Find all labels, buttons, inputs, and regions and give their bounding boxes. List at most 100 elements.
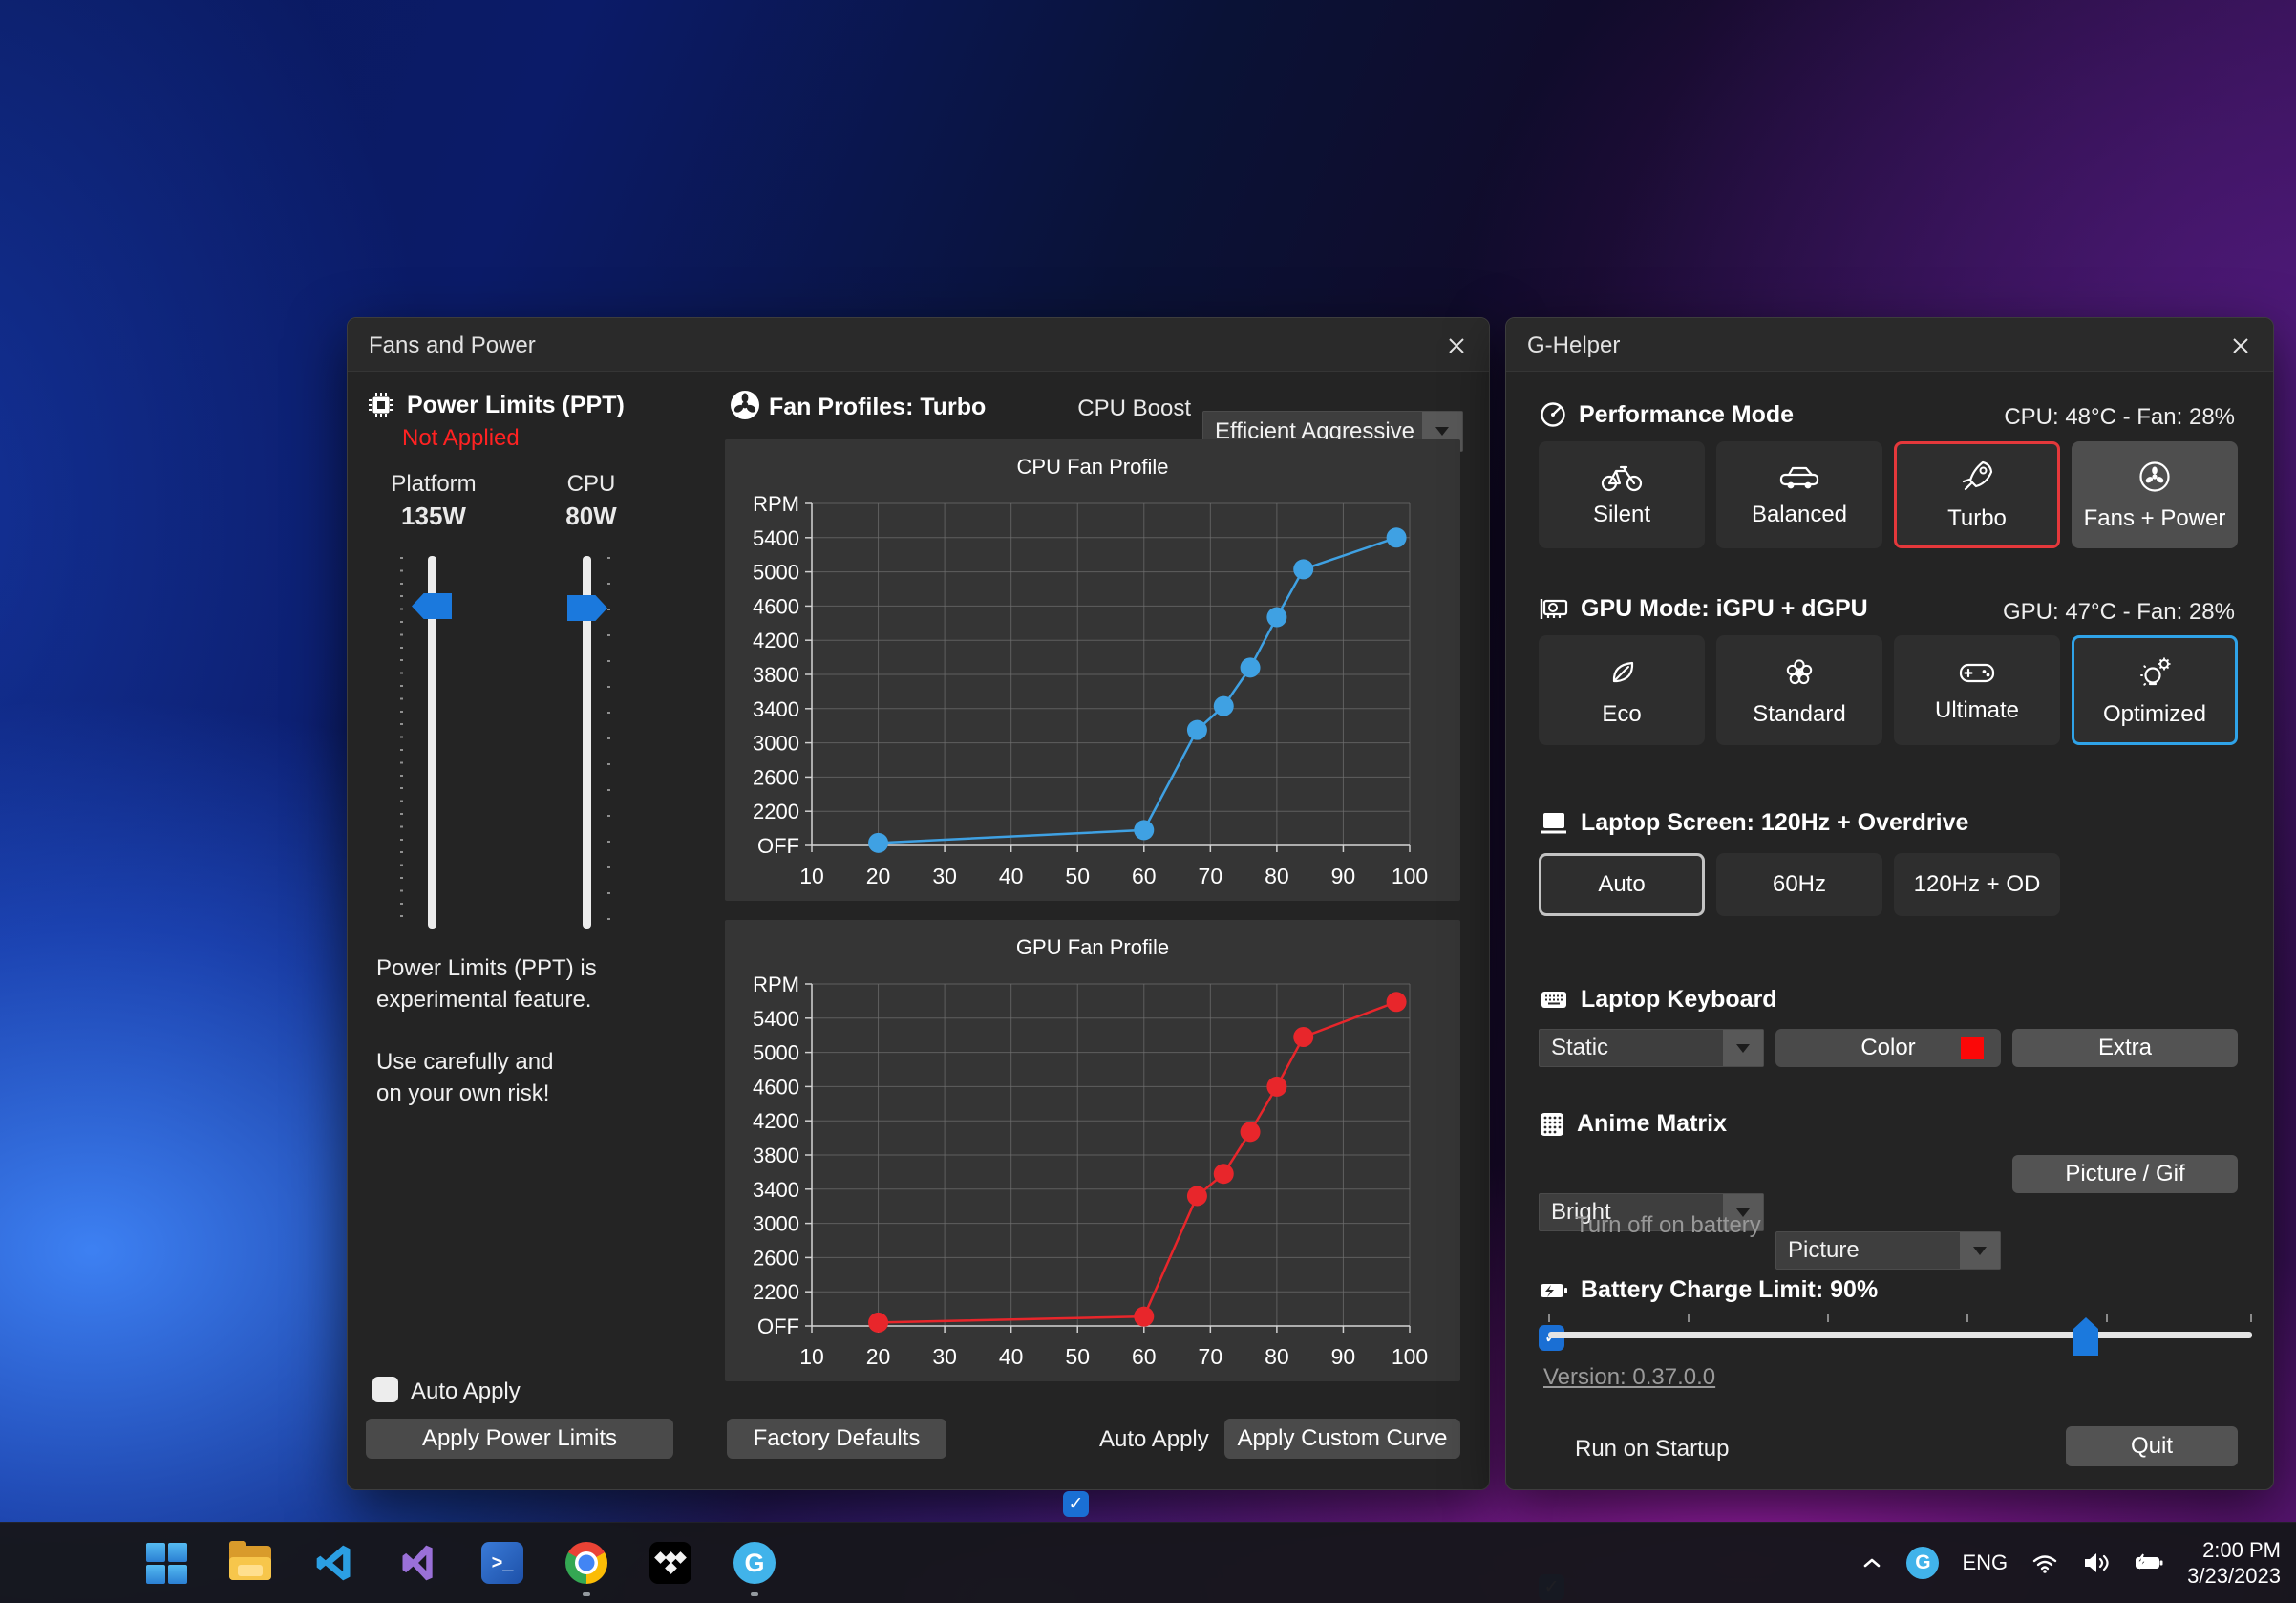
svg-text:30: 30 xyxy=(932,1344,957,1369)
performance-mode-buttons: Silent Balanced xyxy=(1539,441,2238,548)
svg-text:100: 100 xyxy=(1392,864,1428,888)
version-link[interactable]: Version: 0.37.0.0 xyxy=(1543,1364,1715,1391)
gamepad-icon xyxy=(1956,657,1998,688)
vscode-icon xyxy=(313,1542,355,1584)
battery-tray-icon[interactable] xyxy=(2134,1553,2164,1572)
anime-content-select[interactable]: Picture xyxy=(1775,1231,2001,1270)
screen-mode-120hz-od[interactable]: 120Hz + OD xyxy=(1894,853,2060,916)
anime-matrix-header: Anime Matrix xyxy=(1539,1110,1727,1138)
leaf-icon xyxy=(1603,653,1641,692)
laptop-screen-header: Laptop Screen: 120Hz + Overdrive xyxy=(1539,809,1968,837)
platform-value: 135W xyxy=(374,502,493,531)
speaker-icon[interactable] xyxy=(2082,1550,2111,1575)
fan-circle-icon xyxy=(2136,458,2174,496)
svg-text:OFF: OFF xyxy=(757,834,799,858)
battery-slider-tick xyxy=(1688,1314,1690,1322)
gpu-mode-eco[interactable]: Eco xyxy=(1539,635,1705,745)
visual-studio-button[interactable] xyxy=(396,1541,440,1585)
svg-text:50: 50 xyxy=(1065,864,1090,888)
svg-text:3000: 3000 xyxy=(753,732,799,756)
power-limits-header: Power Limits (PPT) xyxy=(367,391,625,419)
keyboard-extra-button[interactable]: Extra xyxy=(2012,1029,2238,1067)
fans-window-titlebar[interactable]: Fans and Power xyxy=(348,318,1489,372)
rocket-icon xyxy=(1958,458,1996,496)
screen-mode-buttons: Auto 60Hz 120Hz + OD xyxy=(1539,853,2060,916)
svg-text:20: 20 xyxy=(866,864,891,888)
svg-text:RPM: RPM xyxy=(753,492,799,516)
apply-power-limits-button[interactable]: Apply Power Limits xyxy=(366,1419,673,1459)
power-auto-apply-checkbox[interactable] xyxy=(372,1377,398,1402)
g-helper-tray-icon[interactable]: G xyxy=(1906,1547,1939,1579)
platform-limit-group: Platform 135W xyxy=(374,471,493,531)
platform-label: Platform xyxy=(374,471,493,498)
svg-text:4200: 4200 xyxy=(753,629,799,652)
powershell-button[interactable]: >_ xyxy=(480,1541,524,1585)
curve-auto-apply-checkbox[interactable] xyxy=(1063,1491,1089,1517)
gpu-mode-header: GPU Mode: iGPU + dGPU xyxy=(1539,595,1868,623)
gpu-mode-optimized[interactable]: Optimized xyxy=(2072,635,2238,745)
car-icon xyxy=(1777,461,1821,492)
perf-mode-balanced[interactable]: Balanced xyxy=(1716,441,1882,548)
factory-defaults-button[interactable]: Factory Defaults xyxy=(727,1419,946,1459)
svg-text:5400: 5400 xyxy=(753,1007,799,1031)
language-indicator[interactable]: ENG xyxy=(1962,1550,2008,1575)
close-icon[interactable] xyxy=(2225,331,2256,361)
cpu-fan-chart[interactable]: 102030405060708090100OFF2200260030003400… xyxy=(725,439,1460,901)
color-swatch[interactable] xyxy=(1961,1037,1984,1059)
keyboard-mode-select[interactable]: Static xyxy=(1539,1029,1764,1067)
ghelper-titlebar[interactable]: G-Helper xyxy=(1506,318,2273,372)
anime-picture-gif-button[interactable]: Picture / Gif xyxy=(2012,1155,2238,1193)
gpu-mode-ultimate[interactable]: Ultimate xyxy=(1894,635,2060,745)
svg-text:2200: 2200 xyxy=(753,1280,799,1304)
cpu-slider-thumb[interactable] xyxy=(567,595,607,621)
platform-slider-thumb[interactable] xyxy=(412,593,452,619)
screen-mode-auto[interactable]: Auto xyxy=(1539,853,1705,916)
svg-text:2200: 2200 xyxy=(753,800,799,823)
cpu-slider-ticks xyxy=(607,557,610,928)
keyboard-color-button[interactable]: Color xyxy=(1775,1029,2001,1067)
gpu-fan-chart[interactable]: 102030405060708090100OFF2200260030003400… xyxy=(725,920,1460,1381)
power-limits-note-1: Power Limits (PPT) is experimental featu… xyxy=(376,952,691,1015)
cpu-label: CPU xyxy=(532,471,650,498)
fan-profiles-header: Fan Profiles: Turbo xyxy=(769,394,986,421)
fans-and-power-window: Fans and Power Power Limits (PPT) Not Ap… xyxy=(347,317,1490,1490)
svg-text:70: 70 xyxy=(1199,864,1223,888)
gpu-mode-standard[interactable]: Standard xyxy=(1716,635,1882,745)
svg-text:OFF: OFF xyxy=(757,1314,799,1338)
svg-text:5400: 5400 xyxy=(753,526,799,550)
battery-slider-tick xyxy=(2106,1314,2108,1322)
perf-mode-fans-power[interactable]: Fans + Power xyxy=(2072,441,2238,548)
g-helper-taskbar-button[interactable]: G xyxy=(733,1541,776,1585)
running-indicator xyxy=(583,1592,590,1596)
wifi-icon[interactable] xyxy=(2030,1551,2059,1574)
apply-custom-curve-button[interactable]: Apply Custom Curve xyxy=(1224,1419,1460,1459)
cpu-fan-chart-panel: CPU Fan Profile 102030405060708090100OFF… xyxy=(725,439,1460,901)
curve-auto-apply-label: Auto Apply xyxy=(1099,1426,1209,1453)
tidal-button[interactable] xyxy=(648,1541,692,1585)
platform-slider-ticks xyxy=(400,557,403,928)
tidal-icon xyxy=(649,1542,691,1584)
dropdown-arrow-icon[interactable] xyxy=(1723,1030,1763,1066)
svg-text:5000: 5000 xyxy=(753,1041,799,1065)
cpu-limit-group: CPU 80W xyxy=(532,471,650,531)
power-limits-status: Not Applied xyxy=(402,425,520,452)
powershell-icon: >_ xyxy=(481,1542,523,1584)
perf-mode-silent[interactable]: Silent xyxy=(1539,441,1705,548)
quit-button[interactable]: Quit xyxy=(2066,1426,2238,1466)
system-tray: G ENG xyxy=(1860,1537,2281,1589)
vscode-button[interactable] xyxy=(312,1541,356,1585)
tray-chevron-up-icon[interactable] xyxy=(1860,1555,1883,1571)
start-button[interactable] xyxy=(144,1541,188,1585)
svg-text:30: 30 xyxy=(932,864,957,888)
dropdown-arrow-icon[interactable] xyxy=(1960,1232,2000,1269)
battery-charge-slider[interactable] xyxy=(1548,1332,2252,1338)
perf-mode-turbo[interactable]: Turbo xyxy=(1894,441,2060,548)
power-limits-note-2: Use carefully and on your own risk! xyxy=(376,1046,691,1109)
battery-slider-thumb[interactable] xyxy=(2073,1317,2098,1356)
close-icon[interactable] xyxy=(1441,331,1472,361)
dot-matrix-icon xyxy=(1539,1111,1565,1138)
file-explorer-button[interactable] xyxy=(228,1541,272,1585)
screen-mode-60hz[interactable]: 60Hz xyxy=(1716,853,1882,916)
taskbar-clock[interactable]: 2:00 PM 3/23/2023 xyxy=(2187,1537,2281,1589)
chrome-button[interactable] xyxy=(564,1541,608,1585)
